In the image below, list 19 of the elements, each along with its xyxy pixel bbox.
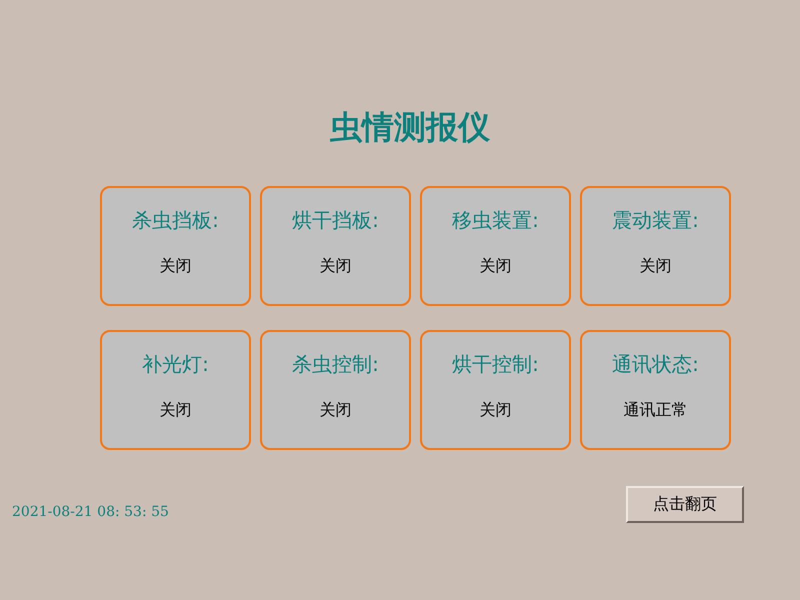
- card-label: 通讯状态:: [612, 352, 699, 376]
- status-value: 关闭: [320, 256, 352, 276]
- card-label: 震动装置:: [612, 208, 699, 232]
- status-value: 关闭: [320, 400, 352, 420]
- status-value: 关闭: [640, 256, 672, 276]
- status-value: 关闭: [480, 256, 512, 276]
- status-value: 关闭: [160, 256, 192, 276]
- status-value: 通讯正常: [624, 400, 688, 420]
- page-turn-button[interactable]: 点击翻页: [626, 486, 744, 523]
- card-label: 烘干控制:: [452, 352, 539, 376]
- card-label: 杀虫挡板:: [132, 208, 219, 232]
- status-value: 关闭: [480, 400, 512, 420]
- card-label: 烘干挡板:: [292, 208, 379, 232]
- card-label: 杀虫控制:: [292, 352, 379, 376]
- card-label: 移虫装置:: [452, 208, 539, 232]
- timestamp: 2021-08-21 08: 53: 55: [12, 503, 169, 522]
- card-label: 补光灯:: [142, 352, 209, 376]
- page-title: 虫情测报仪: [330, 108, 490, 146]
- status-value: 关闭: [160, 400, 192, 420]
